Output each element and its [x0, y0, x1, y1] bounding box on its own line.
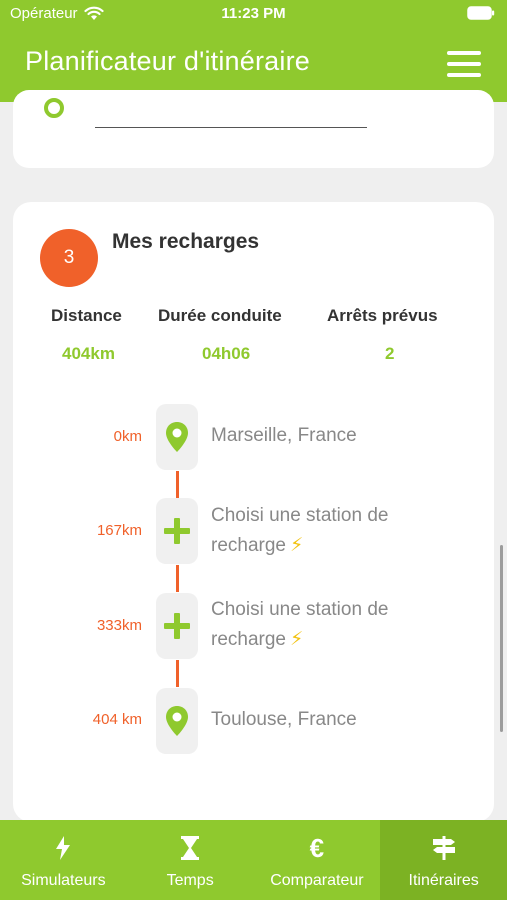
- route-timeline: 0km Marseille, France 167km Choisi une s…: [13, 202, 494, 822]
- tab-temps[interactable]: Temps: [127, 820, 254, 900]
- destination-input-underline[interactable]: [95, 127, 367, 128]
- previous-step-card: [13, 90, 494, 168]
- euro-icon: €: [309, 832, 325, 863]
- stop-distance: 404 km: [92, 711, 142, 728]
- choose-station-link[interactable]: Choisi une station de recharge ⚡: [211, 595, 388, 655]
- tab-comparateur[interactable]: € Comparateur: [254, 820, 381, 900]
- stop-location: Toulouse, France: [211, 705, 357, 735]
- status-time: 11:23 PM: [221, 5, 286, 22]
- app-header: Opérateur 11:23 PM Planificateur d'itiné…: [0, 0, 507, 102]
- lightning-bolt-icon: ⚡: [290, 629, 304, 650]
- signpost-icon: [431, 834, 457, 862]
- stop-location: Marseille, France: [211, 421, 357, 451]
- stop-distance: 333km: [96, 617, 142, 634]
- add-station-button[interactable]: [156, 498, 198, 564]
- stop-distance: 0km: [113, 428, 142, 445]
- tab-itineraires[interactable]: Itinéraires: [380, 820, 507, 900]
- stop-marker: [156, 688, 198, 754]
- recharge-text: recharge: [211, 535, 286, 556]
- stop-distance: 167km: [96, 522, 142, 539]
- lightning-bolt-icon: ⚡: [290, 535, 304, 556]
- status-bar: Opérateur 11:23 PM: [0, 0, 507, 30]
- tab-label: Comparateur: [270, 872, 364, 889]
- recharges-card: 3 Mes recharges Distance Durée conduite …: [13, 202, 494, 822]
- choose-station-text: Choisi une station de: [211, 599, 389, 620]
- hamburger-menu-icon[interactable]: [447, 51, 481, 77]
- recharge-text: recharge: [211, 629, 286, 650]
- tab-label: Itinéraires: [408, 872, 479, 889]
- timeline-connector: [176, 565, 179, 592]
- bottom-tab-bar: Simulateurs Temps € Comparateur Itinérai…: [0, 820, 507, 900]
- map-pin-icon: [166, 422, 188, 452]
- battery-icon: [467, 6, 495, 24]
- stop-location-text: Marseille, France: [211, 425, 357, 446]
- scrollbar[interactable]: [500, 545, 503, 732]
- hourglass-icon: [180, 834, 200, 862]
- choose-station-link[interactable]: Choisi une station de recharge ⚡: [211, 501, 388, 561]
- add-station-button[interactable]: [156, 593, 198, 659]
- lightning-icon: [54, 834, 72, 862]
- destination-ring-icon: [44, 98, 64, 118]
- plus-icon: [164, 613, 190, 639]
- stop-marker: [156, 404, 198, 470]
- map-pin-icon: [166, 706, 188, 736]
- timeline-connector: [176, 660, 179, 687]
- page-title: Planificateur d'itinéraire: [25, 46, 310, 76]
- tab-label: Simulateurs: [21, 872, 106, 889]
- choose-station-text: Choisi une station de: [211, 505, 389, 526]
- tab-label: Temps: [166, 872, 214, 889]
- timeline-connector: [176, 471, 179, 498]
- plus-icon: [164, 518, 190, 544]
- tab-simulateurs[interactable]: Simulateurs: [0, 820, 127, 900]
- stop-location-text: Toulouse, France: [211, 709, 357, 730]
